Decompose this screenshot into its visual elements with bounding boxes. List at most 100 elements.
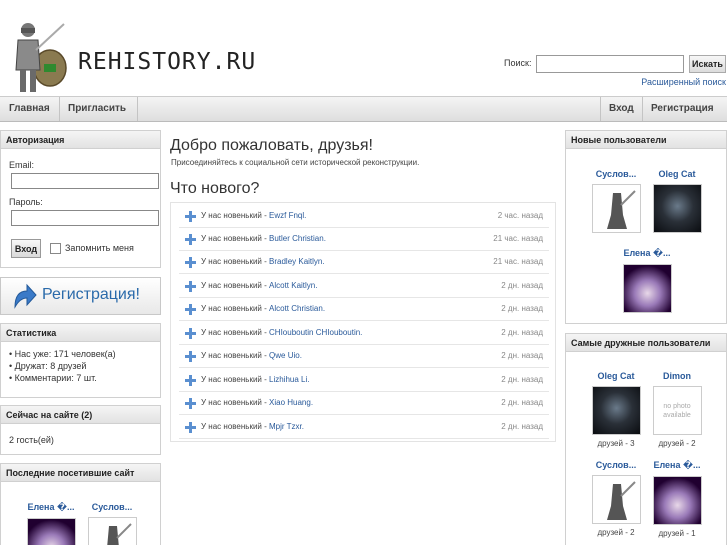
friendly-user[interactable]: Oleg Cat друзей - 3 [588,371,644,448]
user-avatar[interactable] [26,518,76,545]
new-user[interactable]: Oleg Cat [649,169,705,233]
friendly-users-panel: Самые дружные пользователи Oleg Cat друз… [565,333,727,545]
feed-prefix: У нас новенький - [201,281,270,290]
user-name[interactable]: Елена �... [619,248,675,259]
user-name[interactable]: Суслов... [588,460,644,470]
nav-home[interactable]: Главная [1,97,58,121]
feed-user-link[interactable]: Alcott Kaitlyn. [269,281,317,290]
feed-prefix: У нас новенький - [201,422,270,431]
search-input[interactable] [536,55,684,73]
main-nav: Главная Пригласить Вход Регистрация [0,96,727,122]
user-name[interactable]: Суслов... [588,169,644,179]
plus-icon [185,257,196,268]
feed-time: 2 дн. назад [501,281,543,290]
auth-panel: Авторизация Email: Пароль: Вход Запомнит… [0,130,161,268]
user-name[interactable]: Dimon [649,371,705,381]
site-logo-text[interactable]: REHISTORY.RU [78,49,256,75]
friendly-user[interactable]: Dimon no photo available друзей - 2 [649,371,705,448]
feed-row: У нас новенький - Lizhihua Li. 2 дн. наза… [179,368,549,392]
recent-title: Последние посетившие сайт [1,464,160,482]
email-field[interactable] [11,173,159,189]
user-avatar[interactable] [591,184,641,233]
friendly-user[interactable]: Суслов... друзей - 2 [588,460,644,537]
feed-user-link[interactable]: Bradley Kaitlyn. [269,257,325,266]
feed-row: У нас новенький - CHIouboutin CHIoubouti… [179,321,549,345]
no-photo-placeholder[interactable]: no photo available [652,386,702,435]
plus-icon [185,211,196,222]
feed-user-link[interactable]: Mpjr Tzxr. [269,422,304,431]
knight-logo-icon[interactable] [6,20,68,96]
feed-prefix: У нас новенький - [201,398,270,407]
feed-prefix: У нас новенький - [201,351,270,360]
stats-item: • Комментарии: 7 шт. [9,373,97,383]
page-subtitle: Присоединяйтесь к социальной сети истори… [171,158,420,167]
feed-time: 2 дн. назад [501,351,543,360]
nav-invite[interactable]: Пригласить [60,97,134,121]
feed-user-link[interactable]: Butler Christian. [269,234,326,243]
feed-time: 21 час. назад [493,234,543,243]
whats-new-heading: Что нового? [170,180,260,197]
feed-row: У нас новенький - Alcott Christian. 2 дн.… [179,297,549,321]
online-text: 2 гость(ей) [9,435,54,445]
user-name[interactable]: Oleg Cat [649,169,705,179]
feed-time: 2 дн. назад [501,328,543,337]
search-label: Поиск: [504,58,532,68]
user-avatar[interactable] [622,264,672,313]
online-panel: Сейчас на сайте (2) 2 гость(ей) [0,405,161,455]
user-avatar[interactable] [652,184,702,233]
user-name[interactable]: Елена �... [649,460,705,471]
stats-item: • Дружат: 8 друзей [9,361,87,371]
stats-list: • Нас уже: 171 человек(а) • Дружат: 8 др… [1,342,160,384]
remember-checkbox[interactable] [50,243,61,254]
new-user[interactable]: Елена �... [619,248,675,313]
feed-user-link[interactable]: Qwe Uio. [269,351,302,360]
feed-user-link[interactable]: Xiao Huang. [269,398,313,407]
knight-photo-icon [106,523,132,545]
friendly-users-title: Самые дружные пользователи [566,334,726,352]
feed-row: У нас новенький - Xiao Huang. 2 дн. назад [179,391,549,415]
feed-row: У нас новенький - Alcott Kaitlyn. 2 дн. н… [179,274,549,298]
new-users-panel: Новые пользователи Суслов... Oleg Cat Ел… [565,130,727,324]
user-avatar[interactable] [652,476,702,525]
user-avatar[interactable] [591,386,641,435]
feed-prefix: У нас новенький - [201,234,270,243]
nav-login[interactable]: Вход [601,97,642,121]
stats-title: Статистика [1,324,160,342]
recent-user[interactable]: Суслов... [84,502,140,545]
user-name[interactable]: Елена �... [23,502,79,513]
user-name[interactable]: Суслов... [84,502,140,512]
login-button[interactable]: Вход [11,239,41,258]
plus-icon [185,351,196,362]
feed-prefix: У нас новенький - [201,257,270,266]
feed-row: У нас новенький - Mpjr Tzxr. 2 дн. назад [179,415,549,439]
recent-user[interactable]: Елена �... [23,502,79,545]
plus-icon [185,422,196,433]
new-user[interactable]: Суслов... [588,169,644,233]
feed-user-link[interactable]: Ewzf Fnql. [269,211,306,220]
advanced-search-link[interactable]: Расширенный поиск [641,77,726,87]
feed-prefix: У нас новенький - [201,328,270,337]
nav-register[interactable]: Регистрация [643,97,722,121]
online-title: Сейчас на сайте (2) [1,406,160,424]
user-name[interactable]: Oleg Cat [588,371,644,381]
feed-user-link[interactable]: Lizhihua Li. [269,375,309,384]
site-header: REHISTORY.RU Поиск: Искать Расширенный п… [0,0,727,96]
plus-icon [185,398,196,409]
register-banner[interactable]: Регистрация! [0,277,161,315]
plus-icon [185,234,196,245]
friendly-user[interactable]: Елена �... друзей - 1 [649,460,705,538]
email-label: Email: [9,160,35,170]
nav-divider [137,97,138,121]
user-avatar[interactable] [591,475,641,524]
user-avatar[interactable] [87,517,137,545]
feed-row: У нас новенький - Bradley Kaitlyn. 21 час… [179,250,549,274]
knight-photo-icon [606,190,636,229]
feed-time: 2 дн. назад [501,375,543,384]
feed-row: У нас новенький - Qwe Uio. 2 дн. назад [179,344,549,368]
feed-user-link[interactable]: Alcott Christian. [269,304,325,313]
search-button[interactable]: Искать [689,55,726,73]
feed-user-link[interactable]: CHIouboutin CHIouboutin. [269,328,362,337]
feed-prefix: У нас новенький - [201,304,270,313]
password-field[interactable] [11,210,159,226]
feed-time: 2 дн. назад [501,422,543,431]
